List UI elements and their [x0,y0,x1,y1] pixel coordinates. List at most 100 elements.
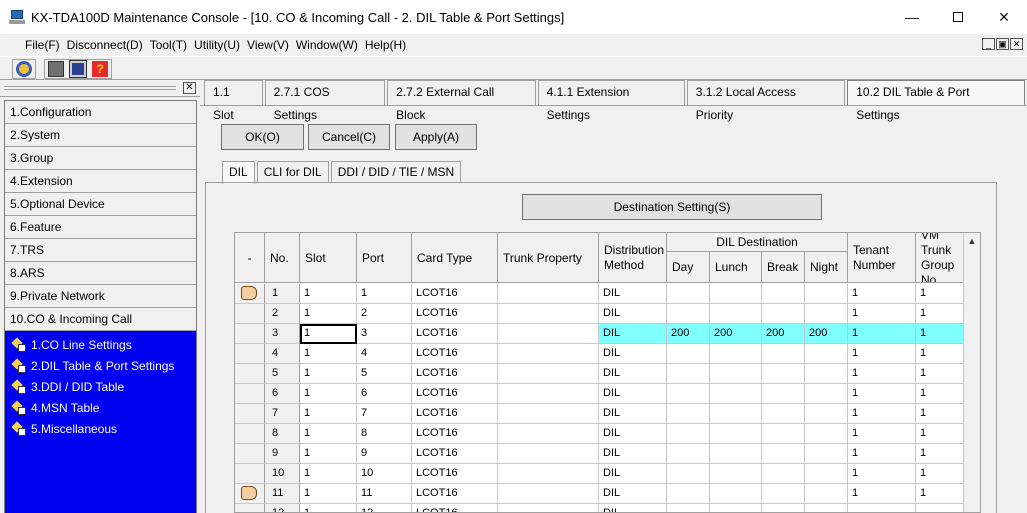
apply-button[interactable]: Apply(A) [395,124,477,150]
cell-distribution-method[interactable]: DIL [599,324,667,344]
close-button[interactable]: ✕ [981,0,1027,34]
cell-day[interactable] [667,464,710,484]
cell-day[interactable] [667,404,710,424]
cell-distribution-method[interactable]: DIL [599,384,667,404]
menu-utility[interactable]: Utility(U) [194,38,240,52]
cell-distribution-method[interactable]: DIL [599,364,667,384]
cell-night[interactable] [805,464,848,484]
cell-trunk-property[interactable] [498,344,599,364]
sidebar-item-dil-table[interactable]: 2.DIL Table & Port Settings [5,355,196,376]
cell-port[interactable]: 10 [357,464,412,484]
cell-port[interactable]: 7 [357,404,412,424]
cell-tenant-number[interactable]: 1 [848,464,916,484]
cell-night[interactable] [805,384,848,404]
vertical-scrollbar[interactable]: ▲ [963,233,980,512]
table-row[interactable]: 11 1 11 LCOT16 DIL 1 1 [235,484,980,504]
cell-trunk-property[interactable] [498,424,599,444]
help-icon[interactable]: ? [92,61,108,77]
cell-slot[interactable]: 1 [300,284,357,304]
cell-day[interactable] [667,444,710,464]
cell-vm-trunk-group[interactable]: 1 [916,284,965,304]
row-selector[interactable] [235,464,265,484]
cell-lunch[interactable] [710,344,762,364]
cell-tenant-number[interactable]: 1 [848,304,916,324]
cell-lunch[interactable] [710,384,762,404]
cell-vm-trunk-group[interactable]: 1 [916,324,965,344]
cell-day[interactable] [667,484,710,504]
cell-vm-trunk-group[interactable]: 1 [916,344,965,364]
cell-vm-trunk-group[interactable] [916,504,965,512]
cell-night[interactable] [805,484,848,504]
cell-slot[interactable]: 1 [300,384,357,404]
cell-distribution-method[interactable]: DIL [599,484,667,504]
category-system[interactable]: 2.System [5,124,196,147]
monitor-icon[interactable] [69,60,87,78]
cell-distribution-method[interactable]: DIL [599,504,667,512]
cell-tenant-number[interactable]: 1 [848,484,916,504]
cell-night[interactable] [805,424,848,444]
sidebar-item-co-line-settings[interactable]: 1.CO Line Settings [5,334,196,355]
cell-trunk-property[interactable] [498,484,599,504]
tab-cli-for-dil[interactable]: CLI for DIL [256,161,329,183]
cell-lunch[interactable] [710,484,762,504]
tab-external-call-block[interactable]: 2.7.2 External Call Block [387,80,536,122]
table-row[interactable]: 3 1 3 LCOT16 DIL 200 200 200 200 1 1 [235,324,980,344]
menu-view[interactable]: View(V) [247,38,289,52]
header-no[interactable]: No. [265,233,300,283]
cell-tenant-number[interactable] [848,504,916,512]
row-selector[interactable] [235,324,265,344]
cell-break[interactable] [762,484,805,504]
cell-slot[interactable]: 1 [300,444,357,464]
cell-card-type[interactable]: LCOT16 [412,284,498,304]
panel-grip[interactable] [4,86,176,90]
cell-card-type[interactable]: LCOT16 [412,464,498,484]
cell-tenant-number[interactable]: 1 [848,364,916,384]
cell-lunch[interactable] [710,304,762,324]
panel-close-icon[interactable]: ✕ [183,82,196,94]
cell-day[interactable] [667,384,710,404]
row-selector[interactable] [235,504,265,512]
tab-cos-settings[interactable]: 2.7.1 COS Settings [264,80,386,122]
cell-lunch[interactable] [710,284,762,304]
tab-dil[interactable]: DIL [222,161,255,184]
cell-break[interactable] [762,344,805,364]
header-day[interactable]: Day [667,252,710,283]
header-distribution-method[interactable]: Distribution Method [599,233,667,283]
category-optional-device[interactable]: 5.Optional Device [5,193,196,216]
cell-trunk-property[interactable] [498,444,599,464]
cell-card-type[interactable]: LCOT16 [412,344,498,364]
cell-vm-trunk-group[interactable]: 1 [916,364,965,384]
cell-slot[interactable]: 1 [300,504,357,512]
cell-distribution-method[interactable]: DIL [599,344,667,364]
cell-night[interactable]: 200 [805,324,848,344]
cell-distribution-method[interactable]: DIL [599,304,667,324]
header-break[interactable]: Break [762,252,805,283]
row-selector[interactable] [235,284,265,304]
row-selector[interactable] [235,424,265,444]
cell-tenant-number[interactable]: 1 [848,404,916,424]
menu-window[interactable]: Window(W) [296,38,358,52]
cell-trunk-property[interactable] [498,324,599,344]
cell-day[interactable]: 200 [667,324,710,344]
cell-day[interactable] [667,284,710,304]
row-selector[interactable] [235,364,265,384]
cell-night[interactable] [805,404,848,424]
cell-tenant-number[interactable]: 1 [848,324,916,344]
cell-break[interactable] [762,404,805,424]
cell-card-type[interactable]: LCOT16 [412,364,498,384]
table-row[interactable]: 10 1 10 LCOT16 DIL 1 1 [235,464,980,484]
category-configuration[interactable]: 1.Configuration [5,101,196,124]
menu-help[interactable]: Help(H) [365,38,406,52]
cell-break[interactable] [762,364,805,384]
ok-button[interactable]: OK(O) [221,124,304,150]
category-feature[interactable]: 6.Feature [5,216,196,239]
cell-night[interactable] [805,444,848,464]
table-row[interactable]: 7 1 7 LCOT16 DIL 1 1 [235,404,980,424]
tab-slot[interactable]: 1.1 Slot [204,80,263,122]
table-row[interactable]: 2 1 2 LCOT16 DIL 1 1 [235,304,980,324]
row-selector[interactable] [235,384,265,404]
table-row[interactable]: 1 1 1 LCOT16 DIL 1 1 [235,284,980,304]
cell-vm-trunk-group[interactable]: 1 [916,424,965,444]
cell-break[interactable] [762,464,805,484]
cell-lunch[interactable] [710,424,762,444]
